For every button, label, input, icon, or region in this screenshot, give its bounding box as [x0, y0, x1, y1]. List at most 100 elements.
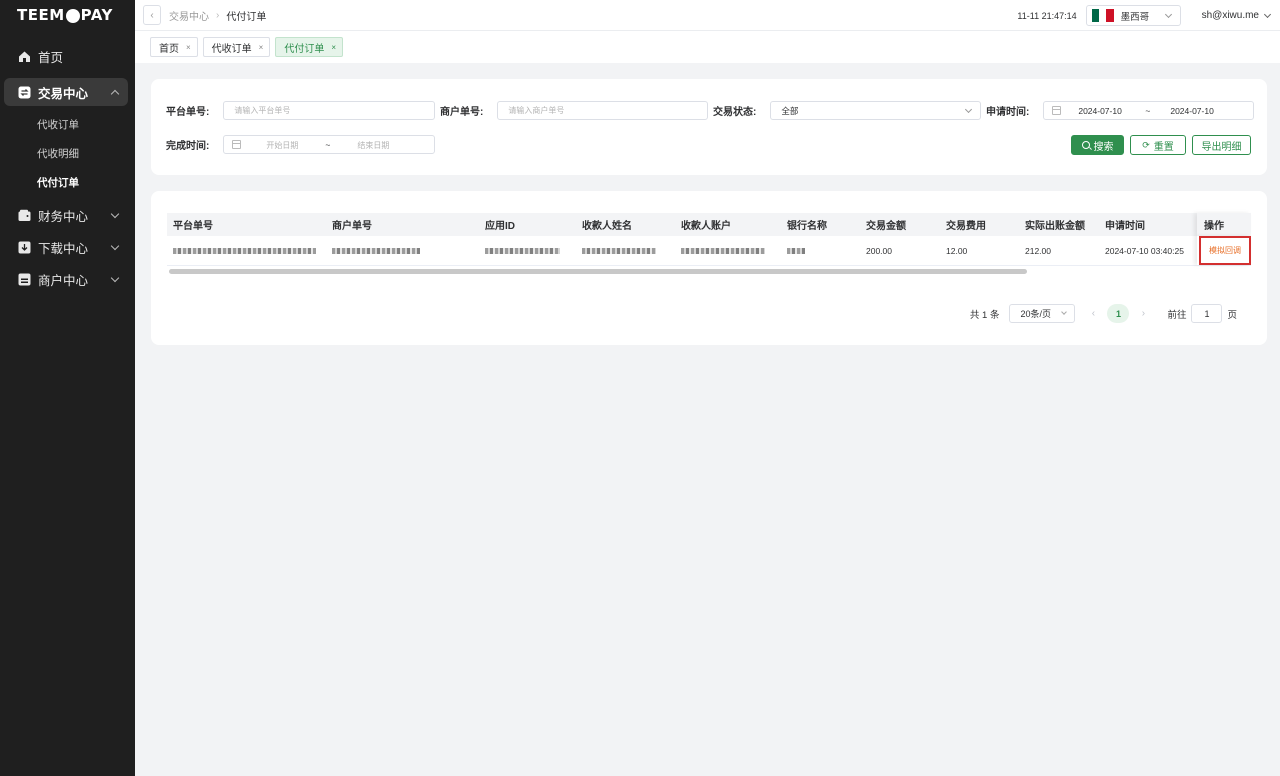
table-header: 平台单号 商户单号 应用ID 收款人姓名 收款人账户 银行名称 交易金额 交易费…	[167, 213, 1251, 236]
reset-button[interactable]: ⟳ 重置	[1130, 135, 1186, 155]
sidebar-menu: 首页 交易中心 代收订单 代收明细 代付订单 财务中心 下载中心 商户中心	[0, 42, 135, 293]
reset-button-label: 重置	[1153, 141, 1174, 153]
sidebar-item-label: 首页	[38, 50, 64, 65]
status-select[interactable]: 全部	[770, 101, 982, 120]
back-button[interactable]: ‹	[143, 5, 161, 25]
close-icon[interactable]: ×	[186, 43, 191, 52]
filter-panel: 平台单号: 请输入平台单号 商户单号: 请输入商户单号 交易状态: 全部 申请时…	[151, 79, 1267, 175]
search-button-label: 搜索	[1093, 141, 1114, 153]
sidebar-item-label: 交易中心	[38, 86, 89, 101]
merchant-no-label: 商户单号:	[440, 107, 484, 118]
calendar-icon	[232, 140, 242, 149]
sidebar-subitem-collection-orders[interactable]: 代收订单	[0, 110, 135, 139]
export-button[interactable]: 导出明细	[1192, 135, 1251, 155]
col-fee: 交易费用	[946, 221, 986, 232]
mexico-flag-icon	[1091, 9, 1114, 22]
col-payee-name: 收款人姓名	[582, 221, 632, 232]
col-actual-amount: 实际出账金额	[1025, 221, 1085, 232]
sidebar-subitem-collection-details[interactable]: 代收明细	[0, 139, 135, 168]
finish-time-end[interactable]: 结束日期	[357, 140, 389, 151]
col-amount: 交易金额	[866, 221, 906, 232]
chevron-left-icon: ‹	[150, 9, 154, 21]
cell-platform-no	[167, 246, 326, 256]
tab-payout-orders[interactable]: 代付订单 ×	[275, 37, 344, 57]
page-size-select[interactable]: 20条/页	[1009, 304, 1076, 323]
paw-icon	[65, 9, 80, 23]
calendar-icon	[1052, 106, 1062, 115]
finish-time-label: 完成时间:	[166, 141, 210, 152]
close-icon[interactable]: ×	[331, 43, 336, 52]
tab-label: 代付订单	[284, 43, 325, 55]
tab-label: 代收订单	[211, 43, 252, 55]
download-icon	[18, 241, 31, 254]
home-icon	[18, 50, 31, 63]
top-header: ‹ 交易中心 › 代付订单 11-11 21:47:14 墨西哥 sh@xiwu…	[135, 0, 1280, 31]
pagination: 共 1 条 20条/页 ‹ 1 › 前往 1 页	[970, 304, 1237, 323]
page-suffix: 页	[1227, 309, 1237, 321]
tab-home[interactable]: 首页 ×	[150, 37, 198, 57]
tab-label: 首页	[159, 43, 179, 55]
apply-time-start[interactable]: 2024-07-10	[1078, 106, 1121, 116]
apply-time-range[interactable]: 2024-07-10 ~ 2024-07-10	[1043, 101, 1255, 120]
sidebar-item-finance-center[interactable]: 财务中心	[4, 201, 128, 229]
cell-app-id	[479, 246, 576, 256]
country-name: 墨西哥	[1120, 11, 1150, 23]
simulate-callback-link[interactable]: 模拟回调	[1199, 236, 1251, 265]
breadcrumb-separator-icon: ›	[216, 9, 220, 21]
sidebar: TEEM PAY 首页 交易中心 代收订单 代收明细 代付订单 财务中心 下载中…	[0, 0, 135, 776]
search-icon	[1081, 141, 1090, 149]
table-row: 200.00 12.00 212.00 2024-07-10 03:40:25 …	[167, 236, 1251, 266]
sidebar-item-label: 财务中心	[38, 209, 89, 224]
breadcrumb-current: 代付订单	[226, 11, 267, 23]
goto-page-input[interactable]: 1	[1191, 304, 1223, 323]
breadcrumb: 交易中心 › 代付订单	[169, 8, 266, 23]
sidebar-subitem-payout-orders[interactable]: 代付订单	[0, 168, 135, 197]
orders-table: 平台单号 商户单号 应用ID 收款人姓名 收款人账户 银行名称 交易金额 交易费…	[167, 213, 1251, 266]
range-separator: ~	[325, 140, 331, 150]
tab-collection-orders[interactable]: 代收订单 ×	[202, 37, 271, 57]
cell-payee-name	[576, 246, 675, 256]
breadcrumb-item[interactable]: 交易中心	[169, 8, 209, 23]
next-page-button[interactable]: ›	[1135, 308, 1151, 319]
country-select[interactable]: 墨西哥	[1085, 5, 1181, 26]
user-email: sh@xiwu.me	[1201, 10, 1259, 21]
apply-time-label: 申请时间:	[986, 107, 1030, 118]
chevron-down-icon	[1263, 10, 1272, 18]
finish-time-start[interactable]: 开始日期	[266, 140, 298, 151]
cell-action: 模拟回调	[1197, 236, 1251, 265]
close-icon[interactable]: ×	[259, 43, 264, 52]
status-label: 交易状态:	[713, 107, 757, 118]
tags-bar: 首页 × 代收订单 × 代付订单 ×	[135, 31, 1280, 63]
chevron-down-icon	[1164, 10, 1172, 18]
chevron-down-icon	[110, 273, 120, 282]
platform-no-input[interactable]: 请输入平台单号	[223, 101, 436, 120]
sidebar-item-label: 下载中心	[38, 241, 89, 256]
sidebar-item-label: 商户中心	[38, 273, 89, 288]
cell-payee-account	[675, 246, 781, 256]
prev-page-button[interactable]: ‹	[1085, 308, 1101, 319]
col-apply-time: 申请时间	[1105, 221, 1145, 232]
horizontal-scrollbar[interactable]	[169, 269, 1027, 274]
sidebar-item-download-center[interactable]: 下载中心	[4, 233, 128, 261]
user-menu[interactable]: sh@xiwu.me	[1201, 10, 1272, 21]
range-separator: ~	[1145, 106, 1151, 116]
sidebar-item-home[interactable]: 首页	[4, 42, 128, 70]
page-number-current[interactable]: 1	[1107, 304, 1130, 323]
chevron-down-icon	[110, 209, 120, 218]
chevron-down-icon	[965, 105, 973, 114]
merchant-no-input[interactable]: 请输入商户单号	[497, 101, 709, 120]
chevron-down-icon	[110, 241, 120, 250]
finish-time-range[interactable]: 开始日期 ~ 结束日期	[223, 135, 436, 154]
col-action: 操作	[1197, 213, 1251, 236]
merchant-icon	[18, 273, 31, 286]
apply-time-end[interactable]: 2024-07-10	[1170, 106, 1213, 116]
pagination-total: 共 1 条	[969, 309, 1000, 321]
orders-table-panel: 平台单号 商户单号 应用ID 收款人姓名 收款人账户 银行名称 交易金额 交易费…	[151, 191, 1267, 345]
sidebar-item-trade-center[interactable]: 交易中心	[4, 78, 128, 106]
col-app-id: 应用ID	[485, 221, 515, 232]
platform-no-label: 平台单号:	[166, 107, 210, 118]
sidebar-item-merchant-center[interactable]: 商户中心	[4, 265, 128, 293]
search-button[interactable]: 搜索	[1071, 135, 1124, 155]
cell-apply-time: 2024-07-10 03:40:25	[1105, 245, 1184, 256]
col-platform-no: 平台单号	[173, 221, 213, 232]
